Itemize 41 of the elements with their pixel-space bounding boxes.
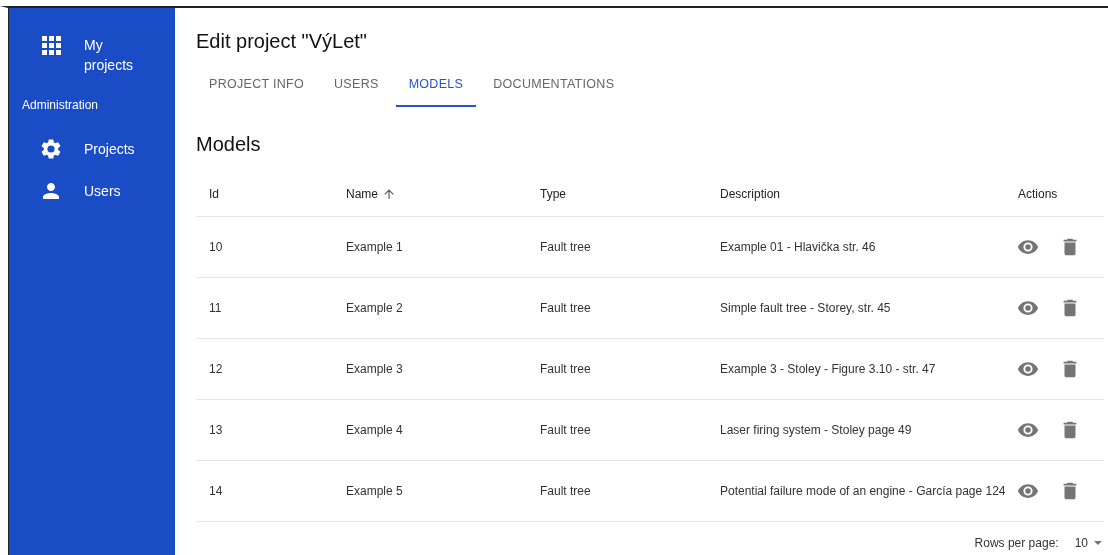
sidebar-item[interactable]: Projects [9, 129, 175, 171]
table-cell: Example 5 [346, 484, 403, 498]
table-cell: Laser firing system - Stoley page 49 [720, 423, 912, 437]
table-cell: 13 [209, 423, 223, 437]
column-header: Type [540, 187, 566, 201]
table-cell: Example 2 [346, 301, 403, 315]
table-cell: 10 [209, 240, 223, 254]
table-cell: Potential failure mode of an engine - García page 124 [720, 484, 1006, 498]
sidebar-item[interactable]: Users [9, 171, 175, 213]
settings-icon [39, 137, 63, 161]
tab[interactable]: DOCUMENTATIONS [480, 67, 628, 107]
tab[interactable]: PROJECT INFO [196, 67, 318, 107]
section-title: Models [196, 133, 262, 156]
table-cell: Fault tree [540, 423, 591, 437]
table-cell: 12 [209, 362, 223, 376]
column-header[interactable]: Name [346, 187, 378, 201]
table-cell: Fault tree [540, 362, 591, 376]
sidebar-heading: Administration [21, 97, 100, 114]
column-header: Actions [1018, 187, 1058, 201]
column-header: Description [720, 187, 781, 201]
column-header: Id [209, 187, 219, 201]
table-cell: Example 01 - Hlavička str. 46 [720, 240, 876, 254]
table-cell: Fault tree [540, 484, 591, 498]
table-cell: Example 3 - Stoley - Figure 3.10 - str. 47 [720, 362, 936, 376]
table-cell: Fault tree [540, 301, 591, 315]
sidebar-item[interactable]: My projects [9, 25, 175, 85]
sort-arrow-icon[interactable] [382, 187, 396, 201]
caret-icon [1094, 541, 1102, 545]
table-cell: Example 1 [346, 240, 403, 254]
tab[interactable]: USERS [321, 67, 392, 107]
table-cell: 14 [209, 484, 223, 498]
rows-per-page-select[interactable]: 10 [1074, 536, 1102, 550]
table-cell: 11 [209, 301, 222, 315]
rows-per-page-label: Rows per page: [974, 536, 1059, 550]
table-cell: Fault tree [540, 240, 591, 254]
table-cell: Simple fault tree - Storey, str. 45 [720, 301, 891, 315]
page-title: Edit project "VýLet" [196, 30, 368, 53]
table-cell: Example 4 [346, 423, 403, 437]
grid-icon [39, 33, 63, 57]
table-cell: Example 3 [346, 362, 403, 376]
tab[interactable]: MODELS [395, 67, 477, 107]
